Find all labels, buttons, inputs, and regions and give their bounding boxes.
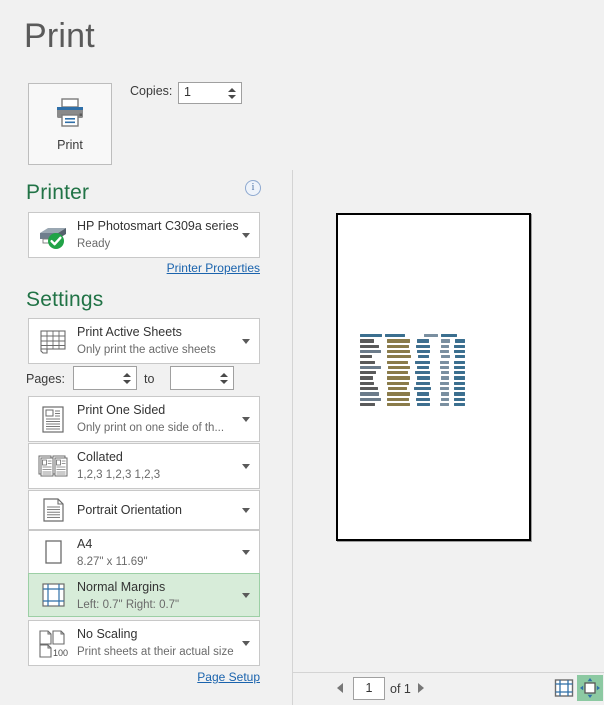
zoom-to-page-icon [580,678,600,698]
print-what-subtitle: Only print the active sheets [77,344,216,356]
chevron-down-icon[interactable] [242,464,250,469]
chevron-down-icon[interactable] [242,233,250,238]
settings-section-heading: Settings [26,288,104,311]
pages-to-label: to [144,372,155,386]
chevron-down-icon[interactable] [242,417,250,422]
zoom-to-page-button[interactable] [577,675,603,701]
printer-properties-link[interactable]: Printer Properties [0,261,260,275]
paper-size-subtitle: 8.27" x 11.69" [77,556,148,568]
next-page-arrow-icon[interactable] [418,683,424,693]
preview-sheet-content [360,333,466,418]
one-sided-icon [36,404,70,434]
previous-page-arrow-icon[interactable] [337,683,343,693]
page-number-input[interactable]: 1 [353,677,385,700]
print-button-label: Print [57,138,83,152]
margins-select[interactable]: Normal Margins Left: 0.7" Right: 0.7" [28,573,260,617]
margins-title: Normal Margins [77,580,166,594]
scaling-icon: 100 [36,628,70,658]
collation-title: Collated [77,450,123,464]
print-what-select[interactable]: Print Active Sheets Only print the activ… [28,318,260,364]
preview-page [336,213,531,541]
copies-increment-icon[interactable] [228,87,236,92]
margins-icon [36,580,70,610]
page-title: Print [24,17,95,55]
info-icon[interactable]: i [245,180,261,196]
copies-decrement-icon[interactable] [228,94,236,99]
orientation-select[interactable]: Portrait Orientation [28,490,260,530]
pages-to-input[interactable] [170,366,234,390]
printer-status-icon [36,220,70,250]
scaling-title: No Scaling [77,627,138,641]
print-sides-title: Print One Sided [77,403,166,417]
page-count-label: of 1 [390,682,411,696]
print-preview-pane: 1 of 1 [293,0,604,705]
copies-label: Copies: [130,84,173,98]
print-sides-subtitle: Only print on one side of th... [77,422,225,434]
pages-from-increment-icon[interactable] [123,372,131,377]
pages-from-decrement-icon[interactable] [123,379,131,384]
chevron-down-icon[interactable] [242,593,250,598]
chevron-down-icon[interactable] [242,641,250,646]
copies-stepper[interactable]: 1 [178,82,242,104]
collation-select[interactable]: Collated 1,2,3 1,2,3 1,2,3 [28,443,260,489]
collated-icon [36,451,70,481]
printer-section-heading: Printer [26,181,90,204]
svg-text:100: 100 [53,648,68,658]
preview-footer: 1 of 1 [293,672,604,705]
paper-icon [36,537,70,567]
printer-status: Ready [77,238,111,250]
orientation-title: Portrait Orientation [77,503,182,517]
pages-label: Pages: [26,372,65,386]
preview-row [360,402,465,407]
pages-from-input[interactable] [73,366,137,390]
print-button[interactable]: Print [28,83,112,165]
show-margins-button[interactable] [553,677,575,699]
pages-to-spin-arrows[interactable] [218,367,230,389]
print-settings-pane: Print Print Copies: 1 Printer i HP Photo… [0,0,292,705]
portrait-icon [36,495,70,525]
sheets-icon [36,326,70,356]
copies-value[interactable]: 1 [184,85,191,99]
printer-icon [52,96,88,133]
paper-size-select[interactable]: A4 8.27" x 11.69" [28,530,260,574]
pages-to-decrement-icon[interactable] [220,379,228,384]
page-setup-link[interactable]: Page Setup [0,670,260,684]
copies-spin-arrows[interactable] [226,83,238,103]
print-what-title: Print Active Sheets [77,325,182,339]
chevron-down-icon[interactable] [242,550,250,555]
chevron-down-icon[interactable] [242,339,250,344]
pages-from-spin-arrows[interactable] [121,367,133,389]
collation-subtitle: 1,2,3 1,2,3 1,2,3 [77,469,161,481]
chevron-down-icon[interactable] [242,508,250,513]
scaling-select[interactable]: 100 No Scaling Print sheets at their act… [28,620,260,666]
printer-select[interactable]: HP Photosmart C309a series Ready [28,212,260,258]
pages-to-increment-icon[interactable] [220,372,228,377]
printer-name: HP Photosmart C309a series [77,219,239,233]
margins-subtitle: Left: 0.7" Right: 0.7" [77,599,180,611]
scaling-subtitle: Print sheets at their actual size [77,646,234,658]
paper-size-title: A4 [77,537,93,551]
print-sides-select[interactable]: Print One Sided Only print on one side o… [28,396,260,442]
